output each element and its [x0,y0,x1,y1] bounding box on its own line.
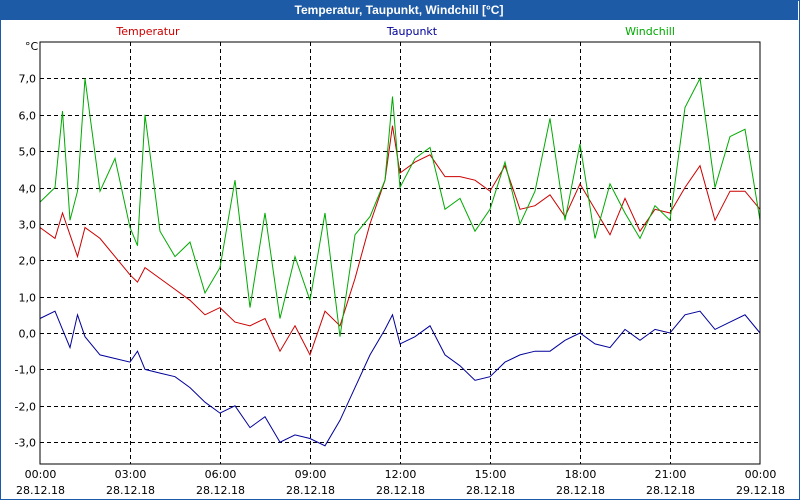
x-tick-time: 18:00 [565,468,597,481]
legend-item-temperatur: Temperatur [115,25,180,38]
y-tick-label: 5,0 [19,146,37,159]
y-tick-label: 0,0 [19,328,37,341]
x-tick-time: 06:00 [205,468,237,481]
legend: Temperatur Taupunkt Windchill [115,25,675,38]
x-tick-time: 00:00 [745,468,777,481]
x-tick-date: 28.12.18 [16,484,65,497]
y-tick-label: -1,0 [15,364,36,377]
line-chart: 7,0 6,0 5,0 4,0 3,0 2,0 1,0 0,0 -1,0 -2,0 -3,0 00:… [15,25,785,497]
x-tick-time: 12:00 [385,468,417,481]
x-tick-date: 28.12.18 [286,484,335,497]
grid [40,42,760,464]
y-axis-label: °C [25,40,39,53]
x-tick-time: 00:00 [25,468,57,481]
y-tick-label: 6,0 [19,110,37,123]
x-tick-time: 09:00 [295,468,327,481]
x-tick-date: 29.12.18 [736,484,785,497]
y-tick-label: 2,0 [19,255,37,268]
y-tick-label: 7,0 [19,73,37,86]
x-tick-time: 03:00 [115,468,147,481]
x-tick-date: 28.12.18 [646,484,695,497]
y-tick-label: 1,0 [19,292,37,305]
y-tick-label: -2,0 [15,401,36,414]
x-axis-ticks: 00:00 28.12.18 03:00 28.12.18 06:00 28.12.18 0… [16,468,785,497]
legend-item-taupunkt: Taupunkt [386,25,438,38]
y-tick-label: 4,0 [19,183,37,196]
x-tick-date: 28.12.18 [196,484,245,497]
legend-item-windchill: Windchill [625,25,675,38]
x-tick-time: 21:00 [655,468,687,481]
y-axis-ticks: 7,0 6,0 5,0 4,0 3,0 2,0 1,0 0,0 -1,0 -2,0 -3,0 [15,73,36,450]
y-tick-label: 3,0 [19,219,37,232]
x-tick-date: 28.12.18 [466,484,515,497]
x-tick-time: 15:00 [475,468,507,481]
y-tick-label: -3,0 [15,437,36,450]
x-tick-date: 28.12.18 [106,484,155,497]
x-tick-date: 28.12.18 [556,484,605,497]
x-tick-date: 28.12.18 [376,484,425,497]
